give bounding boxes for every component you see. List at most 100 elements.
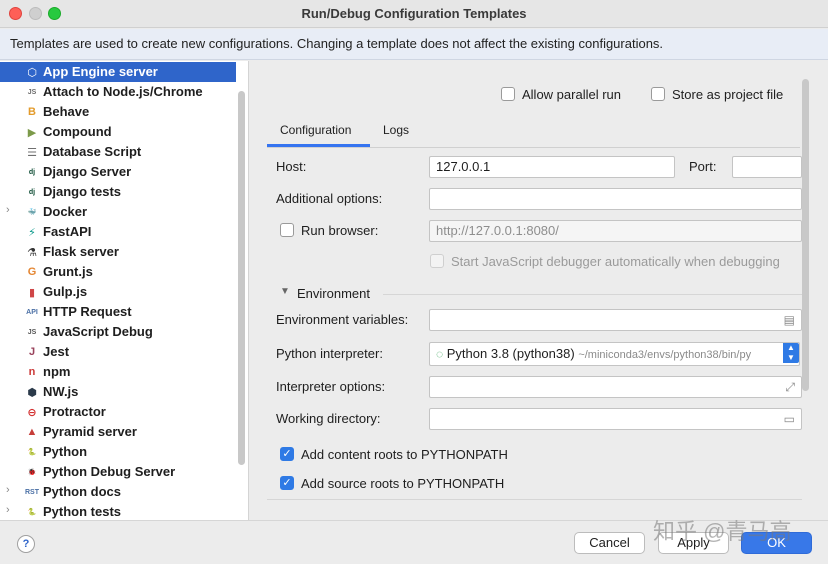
template-item-label: Django Server	[43, 164, 132, 179]
bottom-divider	[267, 499, 802, 500]
template-item-label: Django tests	[43, 184, 122, 199]
python-interpreter-label: Python interpreter:	[276, 346, 383, 361]
additional-options-input[interactable]	[429, 188, 802, 210]
template-item[interactable]: ⊖ Protractor	[0, 402, 236, 422]
interpreter-dropdown-icon[interactable]: ▲ ▼	[783, 343, 799, 363]
template-item[interactable]: ▶ Compound	[0, 122, 236, 142]
template-item-label: HTTP Request	[43, 304, 132, 319]
template-item[interactable]: 🐍 Python	[0, 442, 236, 462]
content-roots-checkbox[interactable]: ✓	[280, 447, 294, 461]
js-debugger-label: Start JavaScript debugger automatically …	[451, 254, 780, 269]
js-debug-icon: JS	[27, 328, 37, 336]
host-input[interactable]: 127.0.0.1	[429, 156, 675, 178]
interpreter-path: ~/miniconda3/envs/python38/bin/py	[578, 349, 752, 361]
http-request-icon: API	[26, 308, 38, 316]
template-item[interactable]: ☰ Database Script	[0, 142, 236, 162]
template-item[interactable]: ⚗ Flask server	[0, 242, 236, 262]
template-item[interactable]: J Jest	[0, 342, 236, 362]
nodejs-icon: JS	[27, 88, 37, 96]
nwjs-icon: ⬢	[27, 386, 37, 399]
info-text: Templates are used to create new configu…	[10, 36, 664, 51]
environment-collapse-icon[interactable]: ▼	[280, 286, 290, 297]
template-item[interactable]: dj Django tests	[0, 182, 236, 202]
django-icon: dj	[28, 168, 36, 176]
template-item-label: Python Debug Server	[43, 464, 176, 479]
expand-arrow-icon[interactable]: ›	[6, 484, 16, 496]
interpreter-loading-icon: ◌	[436, 347, 444, 361]
template-item[interactable]: JS Attach to Node.js/Chrome	[0, 82, 236, 102]
template-item-label: Behave	[43, 104, 90, 119]
template-item-label: Jest	[43, 344, 70, 359]
run-browser-label: Run browser:	[301, 223, 379, 238]
template-item[interactable]: › RST Python docs	[0, 482, 236, 502]
template-item[interactable]: API HTTP Request	[0, 302, 236, 322]
content-roots-label: Add content roots to PYTHONPATH	[301, 447, 508, 462]
working-directory-input[interactable]: ▭	[429, 408, 802, 430]
interpreter-options-input[interactable]: ⤢	[429, 376, 802, 398]
template-item[interactable]: ⚡ FastAPI	[0, 222, 236, 242]
flask-icon: ⚗	[27, 246, 37, 259]
expand-icon[interactable]: ⤢	[785, 380, 795, 395]
configuration-panel: Allow parallel run Store as project file…	[250, 61, 828, 520]
template-item[interactable]: ⬡ App Engine server	[0, 62, 236, 82]
template-item-label: FastAPI	[43, 224, 92, 239]
expand-arrow-icon[interactable]: ›	[6, 504, 16, 516]
env-vars-label: Environment variables:	[276, 312, 409, 327]
template-item[interactable]: › 🐳 Docker	[0, 202, 236, 222]
port-label: Port:	[689, 159, 717, 174]
template-item-label: Compound	[43, 124, 112, 139]
run-browser-checkbox[interactable]	[280, 223, 294, 237]
env-vars-input[interactable]: ▤	[429, 309, 802, 331]
allow-parallel-run-label: Allow parallel run	[522, 87, 621, 102]
templates-list[interactable]: ⬡ App Engine server JS Attach to Node.js/Ch…	[0, 61, 249, 520]
template-item[interactable]: 🐞 Python Debug Server	[0, 462, 236, 482]
tab-configuration[interactable]: Configuration	[280, 123, 351, 137]
behave-icon: B	[28, 106, 36, 118]
grunt-icon: G	[27, 266, 37, 278]
fastapi-icon: ⚡	[28, 226, 36, 239]
environment-divider	[383, 294, 802, 295]
npm-icon: n	[28, 366, 36, 378]
tab-logs[interactable]: Logs	[383, 123, 409, 137]
store-as-project-file-checkbox[interactable]	[651, 87, 665, 101]
django-tests-icon: dj	[28, 188, 36, 196]
template-item[interactable]: B Behave	[0, 102, 236, 122]
dialog-window: Run/Debug Configuration Templates Templa…	[0, 0, 828, 564]
expand-arrow-icon[interactable]: ›	[6, 204, 16, 216]
templates-scrollbar[interactable]	[238, 91, 245, 465]
template-item[interactable]: ▲ Pyramid server	[0, 422, 236, 442]
source-roots-checkbox[interactable]: ✓	[280, 476, 294, 490]
source-roots-label: Add source roots to PYTHONPATH	[301, 476, 505, 491]
run-browser-url-input[interactable]: http://127.0.0.1:8080/	[429, 220, 802, 242]
template-item[interactable]: n npm	[0, 362, 236, 382]
python-tests-icon: 🐍	[27, 509, 37, 516]
template-item-label: Flask server	[43, 244, 119, 259]
edit-env-vars-icon[interactable]: ▤	[784, 313, 795, 327]
template-item-label: Protractor	[43, 404, 106, 419]
template-item-label: npm	[43, 364, 71, 379]
jest-icon: J	[28, 346, 36, 358]
store-as-project-file-label: Store as project file	[672, 87, 784, 102]
template-item-label: Python tests	[43, 504, 122, 519]
docker-icon: 🐳	[27, 209, 37, 216]
template-item[interactable]: JS JavaScript Debug	[0, 322, 236, 342]
template-item-label: NW.js	[43, 384, 79, 399]
folder-icon[interactable]: ▭	[784, 412, 795, 426]
js-debugger-checkbox[interactable]	[430, 254, 444, 268]
compound-icon: ▶	[27, 126, 37, 139]
port-input[interactable]	[732, 156, 802, 178]
allow-parallel-run-checkbox[interactable]	[501, 87, 515, 101]
cancel-button[interactable]: Cancel	[574, 532, 645, 554]
help-button[interactable]: ?	[17, 535, 35, 553]
template-item[interactable]: ▮ Gulp.js	[0, 282, 236, 302]
template-item-label: Python docs	[43, 484, 122, 499]
python-debug-server-icon: 🐞	[27, 469, 37, 476]
config-scrollbar[interactable]	[802, 79, 809, 391]
python-interpreter-select[interactable]: ◌ Python 3.8 (python38) ~/miniconda3/env…	[429, 342, 800, 366]
template-item[interactable]: dj Django Server	[0, 162, 236, 182]
template-item[interactable]: G Grunt.js	[0, 262, 236, 282]
template-item[interactable]: › 🐍 Python tests	[0, 502, 236, 520]
tab-divider	[267, 147, 800, 148]
host-label: Host:	[276, 159, 307, 174]
template-item[interactable]: ⬢ NW.js	[0, 382, 236, 402]
